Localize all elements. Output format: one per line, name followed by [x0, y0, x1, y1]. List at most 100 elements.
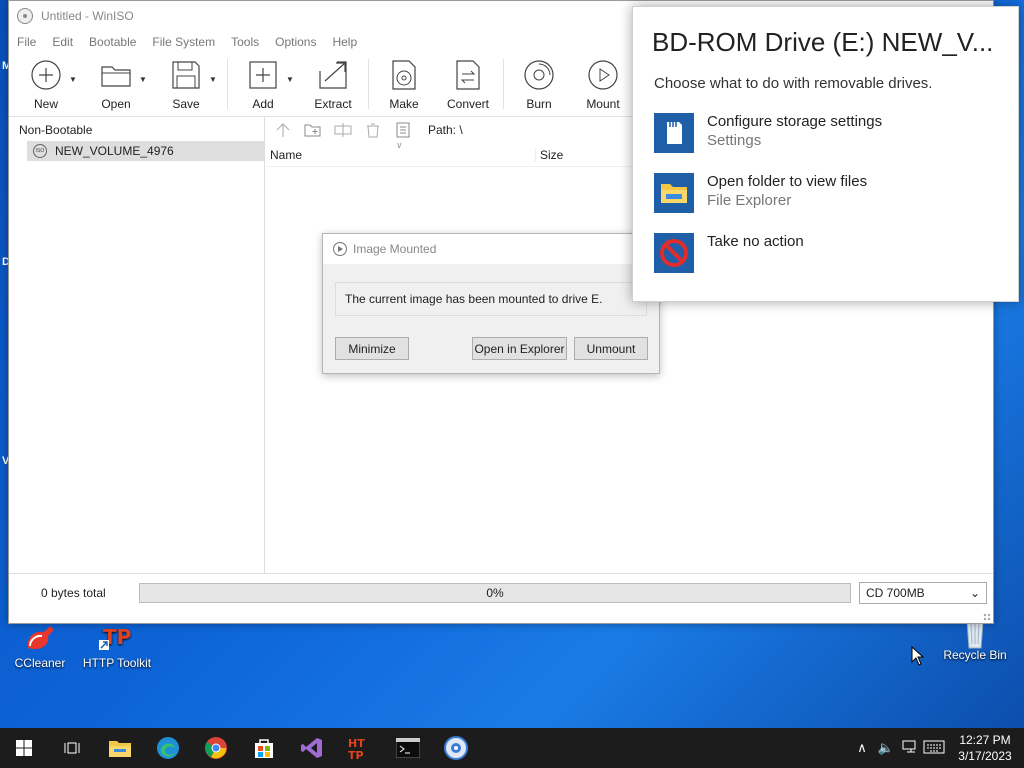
- menu-options[interactable]: Options: [275, 35, 316, 49]
- taskbar-winiso[interactable]: [432, 728, 480, 768]
- save-button[interactable]: Save: [157, 53, 215, 111]
- taskbar-store[interactable]: [240, 728, 288, 768]
- folder-icon: [654, 173, 694, 213]
- taskbar-chrome[interactable]: [192, 728, 240, 768]
- add-file-icon: [247, 59, 279, 91]
- desktop-icon-label: CCleaner: [14, 656, 66, 670]
- new-label: New: [33, 97, 58, 111]
- desktop-icon-label: Recycle Bin: [943, 648, 1007, 662]
- dialog-message-box: The current image has been mounted to dr…: [335, 282, 647, 316]
- menu-file[interactable]: File: [17, 35, 36, 49]
- new-folder-icon[interactable]: [304, 122, 322, 138]
- option-main-text: Take no action: [707, 233, 804, 250]
- windows-logo-icon: [16, 740, 32, 756]
- extract-icon: [317, 59, 349, 91]
- winiso-disc-icon: [444, 736, 468, 760]
- network-icon[interactable]: [898, 740, 922, 757]
- chevron-down-icon: ⌄: [969, 585, 980, 600]
- toolbar-separator: [503, 59, 504, 109]
- toolbar-separator: [368, 59, 369, 109]
- burn-label: Burn: [526, 97, 552, 111]
- burn-button[interactable]: Burn: [510, 53, 568, 111]
- task-view-button[interactable]: [48, 728, 96, 768]
- dialog-titlebar[interactable]: Image Mounted: [323, 234, 659, 264]
- autoplay-notification: BD-ROM Drive (E:) NEW_V... Choose what t…: [632, 6, 1019, 302]
- volume-icon[interactable]: 🔈: [874, 740, 898, 756]
- taskbar-edge[interactable]: [144, 728, 192, 768]
- volume-label: NEW_VOLUME_4976: [55, 144, 174, 158]
- open-dropdown-arrow[interactable]: ▼: [139, 53, 151, 84]
- sort-indicator-icon: ∨: [396, 140, 403, 150]
- autoplay-option-open-folder[interactable]: Open folder to view files File Explorer: [654, 173, 1004, 215]
- open-label: Open: [101, 97, 131, 111]
- extract-button[interactable]: Extract: [304, 53, 362, 111]
- clock-date: 3/17/2023: [958, 749, 1012, 763]
- svg-text:TP: TP: [348, 749, 364, 760]
- desktop-icon-http-toolkit[interactable]: TP HTTP Toolkit: [77, 622, 157, 670]
- option-desc-text: File Explorer: [707, 192, 792, 209]
- chrome-browser-icon: [205, 737, 227, 759]
- make-button[interactable]: Make: [375, 53, 433, 111]
- menu-tools[interactable]: Tools: [231, 35, 259, 49]
- no-action-icon: [654, 233, 694, 273]
- resize-grip[interactable]: [983, 613, 991, 621]
- autoplay-option-take-no-action[interactable]: Take no action: [654, 233, 1004, 275]
- clock-time: 12:27 PM: [959, 733, 1011, 747]
- unmount-button[interactable]: Unmount: [574, 337, 648, 360]
- media-size-value: CD 700MB: [866, 585, 925, 600]
- toolbar-separator: [227, 59, 228, 109]
- new-button[interactable]: New: [17, 53, 75, 111]
- burn-disc-icon: [523, 59, 555, 91]
- make-disc-icon: [388, 59, 420, 91]
- convert-label: Convert: [446, 97, 490, 111]
- save-label: Save: [172, 97, 200, 111]
- iso-disc-icon: ISO: [33, 144, 47, 158]
- folder-tree-pane: Non-Bootable ISO NEW_VOLUME_4976: [9, 117, 265, 573]
- bytes-total: 0 bytes total: [41, 585, 106, 600]
- folder-icon: [109, 741, 131, 757]
- extract-label: Extract: [314, 97, 352, 111]
- add-button[interactable]: Add: [234, 53, 292, 111]
- menu-edit[interactable]: Edit: [52, 35, 73, 49]
- save-dropdown-arrow[interactable]: ▼: [209, 53, 221, 84]
- taskbar-file-explorer[interactable]: [96, 728, 144, 768]
- menu-help[interactable]: Help: [332, 35, 357, 49]
- http-toolkit-icon: TP: [97, 622, 137, 654]
- desktop-icon-ccleaner[interactable]: CCleaner: [0, 622, 80, 670]
- desktop-icon-label: HTTP Toolkit: [82, 656, 152, 670]
- properties-icon[interactable]: [394, 122, 412, 138]
- edge-browser-icon: [157, 737, 179, 759]
- taskbar-clock[interactable]: 12:27 PM 3/17/2023: [946, 732, 1024, 764]
- mount-button[interactable]: Mount: [574, 53, 632, 111]
- new-dropdown-arrow[interactable]: ▼: [69, 53, 81, 84]
- tree-item-volume[interactable]: ISO NEW_VOLUME_4976: [27, 141, 264, 161]
- taskbar-visual-studio[interactable]: [288, 728, 336, 768]
- autoplay-option-configure-storage[interactable]: Configure storage settings Settings: [654, 113, 1004, 155]
- convert-button[interactable]: Convert: [439, 53, 497, 111]
- media-size-select[interactable]: CD 700MB ⌄: [859, 581, 987, 604]
- menu-file-system[interactable]: File System: [152, 35, 215, 49]
- add-dropdown-arrow[interactable]: ▼: [286, 53, 298, 84]
- taskbar-terminal[interactable]: [384, 728, 432, 768]
- sd-card-icon: [654, 113, 694, 153]
- dialog-message: The current image has been mounted to dr…: [345, 292, 603, 306]
- open-button[interactable]: Open: [87, 53, 145, 111]
- tree-root[interactable]: Non-Bootable: [9, 117, 264, 137]
- rename-icon[interactable]: [334, 122, 352, 138]
- chevron-up-icon[interactable]: ∧: [850, 740, 874, 756]
- taskbar-http-toolkit[interactable]: HT TP: [336, 728, 384, 768]
- status-bar: 0 bytes total 0% CD 700MB ⌄: [9, 573, 993, 611]
- taskbar: HT TP ∧ 🔈 12:27 PM 3/17/2023: [0, 728, 1024, 768]
- ccleaner-icon: [20, 622, 60, 654]
- start-button[interactable]: [0, 728, 48, 768]
- plus-circle-icon: [30, 59, 62, 91]
- up-arrow-icon[interactable]: [274, 122, 292, 138]
- progress-text: 0%: [486, 585, 504, 600]
- open-in-explorer-button[interactable]: Open in Explorer: [472, 337, 567, 360]
- minimize-button[interactable]: Minimize: [335, 337, 409, 360]
- column-header-size[interactable]: Size: [536, 148, 563, 162]
- delete-icon[interactable]: [364, 122, 382, 138]
- keyboard-icon[interactable]: [922, 740, 946, 757]
- menu-bootable[interactable]: Bootable: [89, 35, 136, 49]
- image-mounted-dialog: Image Mounted The current image has been…: [322, 233, 660, 374]
